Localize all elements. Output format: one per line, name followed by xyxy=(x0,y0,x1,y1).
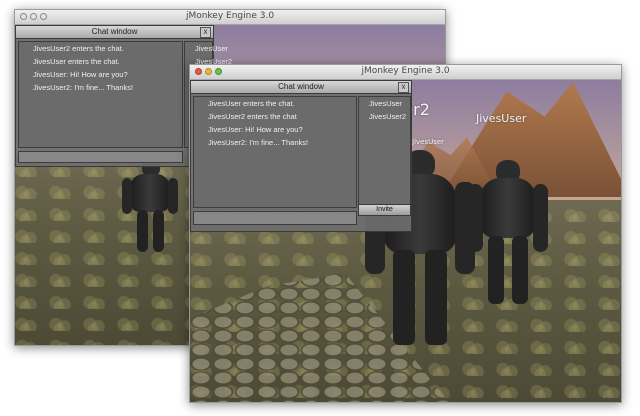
chat-window-title[interactable]: Chat window x xyxy=(191,81,411,94)
chat-window-title[interactable]: Chat window x xyxy=(16,26,213,39)
player-name-label: JivesUser xyxy=(412,138,445,146)
message-item: JivesUser2 enters the chat xyxy=(208,112,297,121)
message-item: JivesUser2: I'm fine... Thanks! xyxy=(208,138,309,147)
character xyxy=(120,160,180,255)
front-window: jMonkey Engine 3.0 ser2 JivesUser JivesU… xyxy=(189,64,622,403)
close-icon[interactable]: x xyxy=(200,27,211,38)
message-item: JivesUser enters the chat. xyxy=(33,57,120,66)
player-name-label: JivesUser xyxy=(476,112,527,125)
messages-list[interactable]: JivesUser2 enters the chat. JivesUser en… xyxy=(18,41,183,148)
chat-window: Chat window x JivesUser2 enters the chat… xyxy=(15,25,232,167)
back-window-titlebar[interactable]: jMonkey Engine 3.0 xyxy=(15,10,445,25)
user-item[interactable]: JivesUser2 xyxy=(359,110,410,123)
chat-title-label: Chat window xyxy=(278,82,324,91)
window-title: jMonkey Engine 3.0 xyxy=(185,11,275,21)
character xyxy=(468,160,548,305)
invite-button[interactable]: Invite xyxy=(358,204,411,216)
user-item[interactable]: JivesUser xyxy=(359,97,410,110)
message-input[interactable] xyxy=(18,151,183,163)
user-item[interactable]: JivesUser xyxy=(185,42,228,55)
game-viewport[interactable]: ser2 JivesUser JivesUser Chat window x J… xyxy=(190,80,621,402)
message-item: JivesUser: Hi! How are you? xyxy=(33,70,128,79)
chat-title-label: Chat window xyxy=(91,27,138,36)
messages-list[interactable]: JivesUser enters the chat. JivesUser2 en… xyxy=(193,96,357,208)
close-icon[interactable]: x xyxy=(398,82,409,93)
users-list[interactable]: JivesUser JivesUser2 xyxy=(358,96,411,208)
front-window-titlebar[interactable]: jMonkey Engine 3.0 xyxy=(190,65,621,80)
message-item: JivesUser2 enters the chat. xyxy=(33,44,124,53)
window-title: jMonkey Engine 3.0 xyxy=(361,66,450,76)
chat-window: Chat window x JivesUser enters the chat.… xyxy=(190,80,412,232)
message-item: JivesUser enters the chat. xyxy=(208,99,295,108)
message-item: JivesUser2: I'm fine... Thanks! xyxy=(33,83,134,92)
message-item: JivesUser: Hi! How are you? xyxy=(208,125,303,134)
message-input[interactable] xyxy=(193,211,357,225)
